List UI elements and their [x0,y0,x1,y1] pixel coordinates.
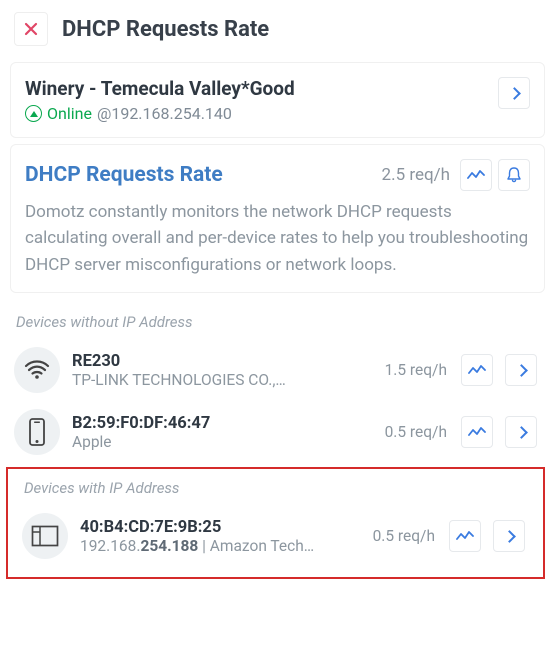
chevron-right-icon [503,530,516,543]
device-generic-icon [31,525,59,547]
agent-ip: @192.168.254.140 [97,104,232,123]
agent-details-button[interactable] [498,77,530,109]
chart-icon [467,169,485,181]
agent-title: Winery - Temecula Valley*Good [25,77,295,100]
chart-icon [468,426,486,438]
metric-alert-button[interactable] [498,159,530,191]
group-label-with-ip: Devices with IP Address [8,469,543,505]
agent-status-row: Online @192.168.254.140 [25,104,295,123]
chevron-right-icon [515,364,528,377]
device-details-button[interactable] [505,354,537,386]
device-chart-button[interactable] [461,416,493,448]
device-name: B2:59:F0:DF:46:47 [72,414,373,433]
highlighted-section: Devices with IP Address 40:B4:CD:7E:9B:2… [6,467,545,579]
device-details-button[interactable] [505,416,537,448]
online-status-icon [25,105,42,122]
close-icon [24,22,38,36]
device-details-button[interactable] [493,520,525,552]
chevron-right-icon [508,87,521,100]
device-name: RE230 [72,352,373,371]
page-header: DHCP Requests Rate [0,0,555,56]
page-title: DHCP Requests Rate [62,17,269,42]
wifi-icon [24,360,50,380]
device-row: 40:B4:CD:7E:9B:25 192.168.254.188 | Amaz… [8,505,543,567]
device-sub: TP-LINK TECHNOLOGIES CO.,… [72,371,342,389]
device-row: B2:59:F0:DF:46:47 Apple 0.5 req/h [0,401,555,463]
phone-icon [28,418,46,446]
device-row: RE230 TP-LINK TECHNOLOGIES CO.,… 1.5 req… [0,339,555,401]
close-button[interactable] [14,12,48,46]
device-icon-wrap [22,513,68,559]
group-label-no-ip: Devices without IP Address [0,299,555,339]
metric-chart-button[interactable] [460,159,492,191]
chart-icon [468,364,486,376]
device-sub: 192.168.254.188 | Amazon Tech… [80,537,350,555]
device-rate: 1.5 req/h [385,361,447,379]
device-name: 40:B4:CD:7E:9B:25 [80,518,361,537]
device-chart-button[interactable] [449,520,481,552]
chart-icon [456,530,474,542]
metric-panel: DHCP Requests Rate 2.5 req/h Domotz cons… [10,144,545,293]
device-sub: Apple [72,433,342,451]
metric-description: Domotz constantly monitors the network D… [25,199,530,278]
device-rate: 0.5 req/h [385,423,447,441]
device-icon-wrap [14,347,60,393]
metric-title: DHCP Requests Rate [25,163,223,187]
agent-panel: Winery - Temecula Valley*Good Online @19… [10,62,545,138]
bell-icon [507,167,521,183]
metric-rate: 2.5 req/h [382,165,450,185]
device-icon-wrap [14,409,60,455]
device-chart-button[interactable] [461,354,493,386]
agent-status-text: Online [47,104,92,123]
device-rate: 0.5 req/h [373,527,435,545]
chevron-right-icon [515,426,528,439]
